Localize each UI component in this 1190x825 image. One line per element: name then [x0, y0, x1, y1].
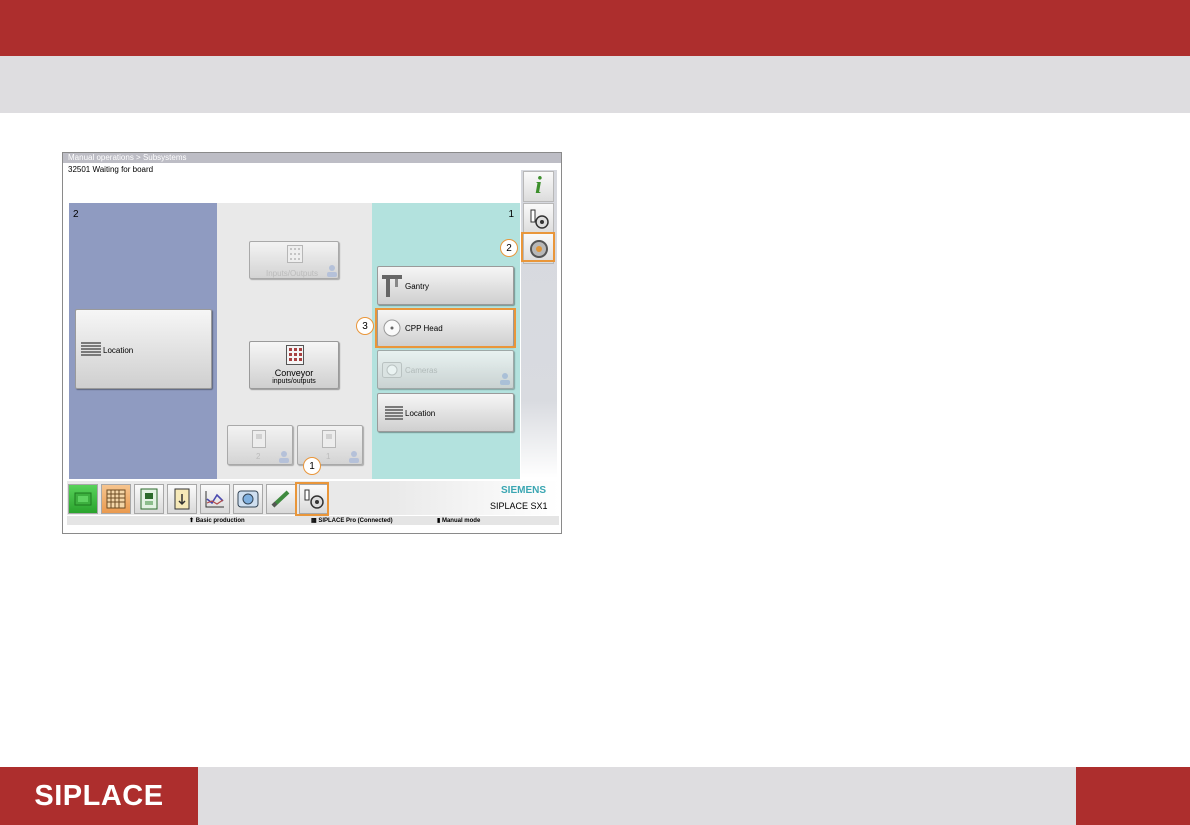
siplace-brand: SIPLACE: [0, 767, 198, 825]
status-footer: ⬆ Basic production ▦ SIPLACE Pro (Connec…: [67, 516, 559, 525]
panel-conveyor: Inputs/Outputs Conveyor inputs/outputs 2…: [217, 203, 372, 479]
panel-number: 2: [73, 209, 79, 220]
chart-icon: [205, 491, 224, 508]
top-banner: [0, 0, 1190, 56]
taskbar-production-button[interactable]: [68, 484, 98, 514]
conveyor-label: Conveyor: [274, 368, 314, 378]
conveyor-sublabel: inputs/outputs: [272, 378, 316, 385]
camera-icon: [382, 362, 402, 378]
sub-banner: [0, 56, 1190, 113]
location-button-1[interactable]: Location: [377, 393, 514, 432]
taskbar-vision-button[interactable]: [233, 484, 263, 514]
location-label: Location: [103, 346, 134, 355]
info-icon: i: [535, 173, 542, 199]
bottom-accent: [1076, 767, 1190, 825]
user-icon: [349, 451, 359, 463]
cameras-label: Cameras: [405, 366, 438, 375]
camera-icon: [237, 490, 259, 508]
callout-2: 2: [500, 239, 518, 257]
callout-3: 3: [356, 317, 374, 335]
cameras-button[interactable]: Cameras: [377, 350, 514, 389]
gantry-label: Gantry: [405, 282, 430, 291]
footer-server: ▦ SIPLACE Pro (Connected): [311, 518, 393, 524]
small-2-label: 2: [256, 452, 261, 461]
gantry-icon: [382, 275, 402, 297]
io-grid-icon: [287, 245, 303, 263]
location-button-2[interactable]: Location: [75, 309, 212, 389]
board-icon: [322, 430, 336, 448]
stack-icon: [74, 492, 92, 506]
highlight-manual-ops: [295, 482, 329, 516]
status-message: 32501 Waiting for board: [68, 165, 154, 174]
siplace-screen: Manual operations > Subsystems 32501 Wai…: [62, 152, 562, 534]
grid-icon: [106, 489, 126, 509]
manual-ops-button[interactable]: [523, 203, 554, 234]
list-icon: [385, 406, 403, 420]
footer-mode: ⬆ Basic production: [189, 518, 245, 524]
user-icon: [279, 451, 289, 463]
taskbar-nozzle-button[interactable]: [266, 484, 296, 514]
hand-gear-icon: [530, 209, 549, 229]
nozzle-icon: [271, 490, 290, 508]
io-label: Inputs/Outputs: [266, 269, 319, 278]
siemens-logo: SIEMENS: [501, 485, 547, 496]
board-icon: [252, 430, 266, 448]
gantry-button[interactable]: Gantry: [377, 266, 514, 305]
breadcrumb: Manual operations > Subsystems: [63, 153, 561, 163]
conveyor-small-2-button[interactable]: 2: [227, 425, 293, 465]
conveyor-io-button[interactable]: Conveyor inputs/outputs: [249, 341, 339, 389]
board-icon: [140, 488, 158, 510]
highlight-subsystems: [521, 232, 555, 262]
taskbar-feeder-button[interactable]: [167, 484, 197, 514]
feeder-icon: [174, 488, 190, 510]
machine-model: SIPLACE SX1: [490, 501, 548, 511]
taskbar-board-button[interactable]: [134, 484, 164, 514]
conveyor-grid-icon: [286, 345, 304, 365]
info-button[interactable]: i: [523, 171, 554, 202]
location-label: Location: [405, 409, 436, 418]
highlight-cpp-head: [375, 308, 516, 348]
footer-manual: ▮ Manual mode: [437, 518, 481, 524]
callout-1: 1: [303, 457, 321, 475]
list-icon: [81, 342, 101, 356]
panel-gantry-2: 2 Location: [69, 203, 217, 479]
user-icon: [327, 265, 337, 277]
user-icon: [500, 373, 510, 385]
small-1-label: 1: [326, 452, 331, 461]
taskbar-statistics-button[interactable]: [200, 484, 230, 514]
taskbar-setup-button[interactable]: [101, 484, 131, 514]
panel-number: 1: [508, 209, 514, 220]
io-button[interactable]: Inputs/Outputs: [249, 241, 339, 279]
